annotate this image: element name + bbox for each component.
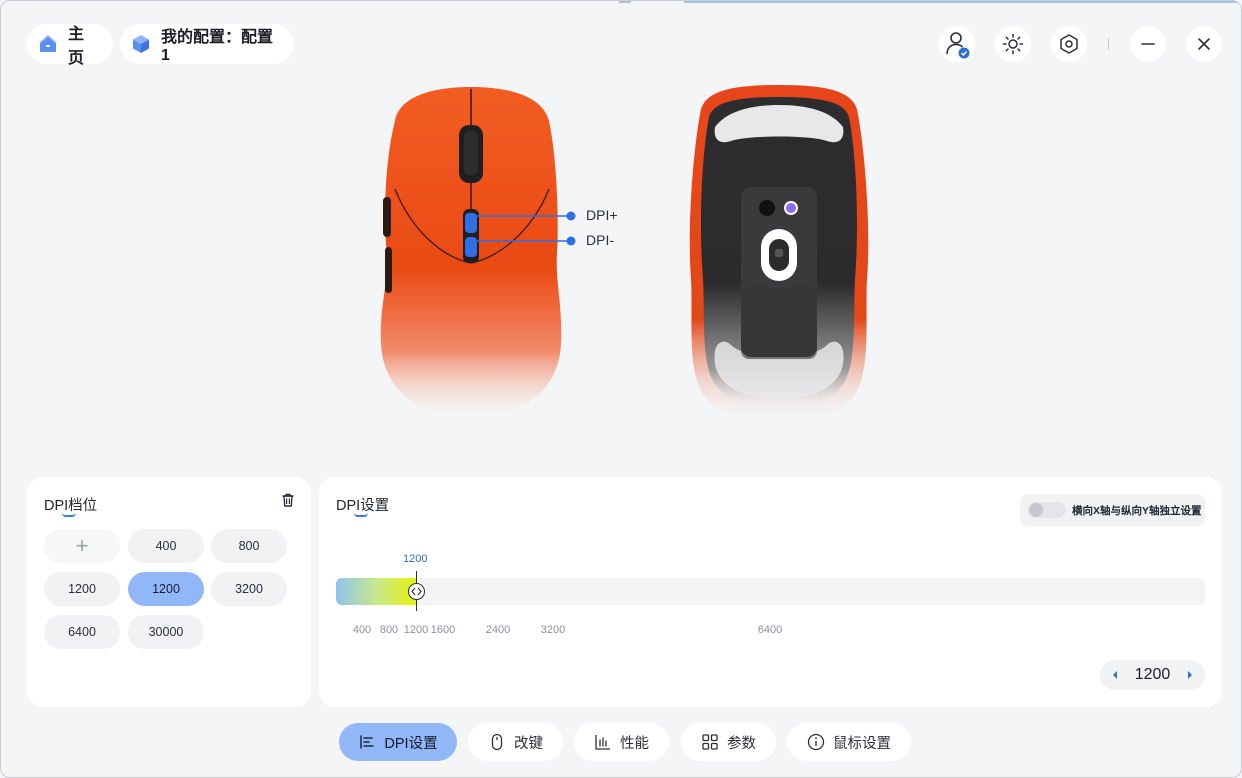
nav-performance[interactable]: 性能 [574, 723, 669, 761]
plus-icon: + [75, 533, 89, 558]
dpi-level-chip[interactable]: 3200 [211, 572, 287, 606]
drag-arrows-icon [411, 587, 422, 596]
xy-independent-toggle[interactable] [1028, 502, 1066, 518]
minimize-button[interactable] [1130, 26, 1166, 62]
mouse-preview: DPI+ DPI- [371, 79, 891, 424]
caret-left-icon [1113, 671, 1117, 679]
nav-remap[interactable]: 改键 [468, 723, 563, 761]
delete-button[interactable] [280, 492, 296, 508]
xy-independent-label: 横向X轴与纵向Y轴独立设置 [1072, 504, 1202, 517]
dpi-value-stepper: 1200 [1100, 660, 1205, 690]
dpi-levels-panel: DPI档位 + 400 800 1200 1200 3200 6400 3000… [27, 477, 311, 707]
dpi-level-chip[interactable]: 400 [128, 529, 204, 563]
dpi-plus-label: DPI+ [586, 207, 618, 223]
minimize-icon [1141, 43, 1155, 45]
slider-tick-label: 2400 [485, 624, 511, 636]
home-label: 主页 [68, 26, 85, 67]
home-button[interactable]: 主页 [27, 24, 113, 67]
slider-tick-label: 3200 [540, 624, 566, 636]
nav-label: 参数 [727, 735, 756, 752]
slider-tick-label: 6400 [757, 624, 783, 636]
title-underline [354, 513, 368, 517]
dpi-level-chip-active[interactable]: 1200 [128, 572, 204, 606]
dpi-level-chip[interactable]: 1200 [44, 572, 120, 606]
nav-label: 改键 [514, 735, 543, 752]
slider-tick-label: 1600 [430, 624, 456, 636]
mouse-illustration: DPI+ DPI- [380, 85, 869, 419]
title-grip [619, 1, 631, 3]
config-selector[interactable]: 我的配置：配置1 [120, 24, 294, 64]
title-underline [62, 513, 76, 517]
mouse-icon [488, 733, 506, 751]
user-verified-icon [946, 32, 970, 59]
dpi-levels-title: DPI档位 [44, 498, 98, 514]
increment-button[interactable] [1183, 668, 1197, 682]
nav-dpi-settings[interactable]: DPI设置 [339, 723, 457, 761]
slider-tick-label: 800 [379, 624, 399, 636]
dpi-slider-thumb[interactable] [408, 583, 425, 600]
xy-independent-setting: 横向X轴与纵向Y轴独立设置 [1020, 494, 1205, 526]
dpi-level-chip[interactable]: 6400 [44, 615, 120, 649]
config-label: 我的配置：配置1 [161, 29, 274, 64]
cube-icon [130, 33, 152, 55]
dpi-settings-panel: DPI设置 横向X轴与纵向Y轴独立设置 1200 400 800 1200 16… [319, 477, 1222, 707]
dpi-slider-track[interactable] [336, 578, 1205, 605]
chart-icon [594, 733, 612, 751]
dpi-settings-title: DPI设置 [336, 498, 390, 514]
nav-mouse-settings[interactable]: 鼠标设置 [787, 723, 911, 761]
toggle-knob [1029, 503, 1043, 517]
toolbar-separator [1108, 38, 1109, 50]
slider-tick-label: 1200 [403, 624, 429, 636]
nav-label: 鼠标设置 [833, 735, 891, 752]
account-button[interactable] [939, 26, 975, 62]
grid-icon [701, 733, 719, 751]
close-icon [1198, 38, 1210, 50]
add-dpi-level-button[interactable]: + [44, 529, 120, 563]
dpi-slider-fill [336, 578, 416, 605]
dpi-bars-icon [358, 733, 376, 751]
close-button[interactable] [1186, 26, 1222, 62]
trash-icon [282, 493, 294, 507]
slider-tick-label: 400 [352, 624, 372, 636]
settings-hex-icon [1060, 34, 1078, 54]
brightness-icon [1002, 33, 1024, 55]
slider-current-value: 1200 [403, 553, 428, 565]
nav-label: 性能 [620, 735, 649, 752]
nav-parameters[interactable]: 参数 [681, 723, 776, 761]
dpi-level-chip[interactable]: 800 [211, 529, 287, 563]
info-icon [807, 733, 825, 751]
dpi-level-chip[interactable]: 30000 [128, 615, 204, 649]
home-icon [37, 33, 59, 55]
decrement-button[interactable] [1108, 668, 1122, 682]
dpi-value-display[interactable]: 1200 [1135, 666, 1171, 684]
dpi-minus-label: DPI- [586, 232, 614, 248]
app-window: 主页 我的配置：配置1 DPI+ DPI- DPI档位 + 400 800 12… [0, 0, 1242, 778]
lighting-button[interactable] [995, 26, 1031, 62]
caret-right-icon [1188, 671, 1192, 679]
settings-button[interactable] [1051, 26, 1087, 62]
title-accent-line [684, 1, 1241, 3]
nav-label: DPI设置 [384, 735, 438, 752]
